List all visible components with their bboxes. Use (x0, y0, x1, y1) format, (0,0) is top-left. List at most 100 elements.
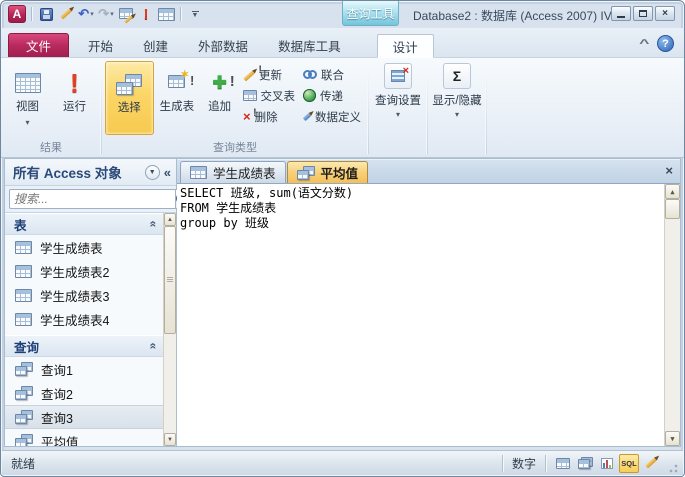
tab-create[interactable]: 创建 (128, 33, 183, 57)
pivotchart-view-icon (601, 457, 613, 469)
title-bar[interactable]: A ↶ ▾ ↷ ▾ ! ▼ 查询工具 Database2 : 数据库 (Access… (1, 1, 684, 28)
tab-external-data[interactable]: 外部数据 (183, 33, 263, 57)
restore-button[interactable] (633, 6, 653, 21)
shutter-bar-close-icon[interactable]: « (164, 165, 171, 180)
minimize-button[interactable] (611, 6, 631, 21)
nav-item-query-1[interactable]: 查询1 (5, 357, 163, 381)
redo-dropdown-icon[interactable]: ▾ (110, 10, 114, 18)
doc-tab-label: 学生成绩表 (213, 167, 276, 181)
nav-scroll-track[interactable] (164, 334, 176, 433)
datasheet-view-button-qat[interactable] (157, 5, 175, 23)
help-button[interactable]: ? (657, 35, 674, 52)
nav-item-table-4[interactable]: 学生成绩表4 (5, 307, 163, 331)
nav-item-label: 学生成绩表2 (40, 265, 110, 280)
update-button[interactable]: ! 更新 (239, 64, 299, 85)
nav-item-table-2[interactable]: 学生成绩表2 (5, 259, 163, 283)
doc-tab-average-active[interactable]: 平均值 (286, 161, 369, 183)
status-separator (545, 454, 546, 472)
nav-item-label: 平均值 (41, 435, 79, 447)
pivotchart-view-button[interactable] (597, 454, 617, 473)
editor-scrollbar[interactable]: ▲ ▼ (664, 184, 680, 446)
scroll-up-icon[interactable]: ▲ (164, 213, 176, 226)
design-view-button[interactable] (57, 5, 75, 23)
nav-item-table-3[interactable]: 学生成绩表3 (5, 283, 163, 307)
navigation-pane: 所有 Access 对象 ▼ « 表 « 学生成绩表 学生成绩表2 学生成绩表3… (4, 158, 189, 447)
sql-view-button-active[interactable]: SQL (619, 453, 639, 473)
query-setup-icon (391, 65, 409, 82)
append-button[interactable]: ✚! 追加 (200, 61, 239, 135)
pass-through-button[interactable]: 传递 (299, 85, 365, 106)
search-input[interactable] (9, 189, 175, 209)
run-exclamation-icon: ! (143, 5, 149, 23)
pass-through-label: 传递 (320, 90, 344, 103)
nav-item-query-2[interactable]: 查询2 (5, 381, 163, 405)
sql-editor[interactable]: SELECT 班级, sum(语文分数) FROM 学生成绩表 group by… (177, 184, 680, 446)
editor-scroll-track[interactable] (665, 219, 680, 431)
tab-file[interactable]: 文件 (8, 33, 70, 57)
close-button[interactable]: × (655, 6, 675, 21)
query-setup-icon-box (384, 63, 412, 89)
resize-grip[interactable] (667, 463, 679, 475)
sql-view-icon: SQL (621, 458, 637, 468)
redo-button[interactable]: ↷ ▾ (97, 5, 115, 23)
data-definition-button[interactable]: 数据定义 (299, 106, 365, 127)
tab-design[interactable]: 设计 (376, 34, 434, 58)
nav-item-query-average[interactable]: 平均值 (5, 429, 163, 446)
nav-item-label: 学生成绩表3 (40, 289, 110, 304)
undo-dropdown-icon[interactable]: ▾ (90, 10, 94, 18)
tab-home[interactable]: 开始 (73, 33, 128, 57)
status-separator (501, 454, 503, 472)
access-app-icon[interactable]: A (8, 5, 26, 23)
tab-database-tools[interactable]: 数据库工具 (263, 33, 356, 57)
nav-scrollbar[interactable]: ▲ ▼ (163, 213, 176, 446)
query-setup-dropdown-icon[interactable]: ▾ (396, 110, 400, 119)
nav-item-query-3-selected[interactable]: 查询3 (5, 405, 163, 429)
scroll-up-icon[interactable]: ▲ (665, 184, 680, 199)
make-table-button[interactable]: ✶! 生成表 (154, 61, 201, 135)
group-label-query-type: 查询类型 (213, 142, 257, 154)
nav-item-table-1[interactable]: 学生成绩表 (5, 235, 163, 259)
editor-scroll-thumb[interactable] (665, 199, 680, 219)
customize-qat-button[interactable]: ▼ (186, 5, 204, 23)
scroll-down-icon[interactable]: ▼ (665, 431, 680, 446)
delete-button[interactable]: ×! 删除 (239, 106, 299, 127)
nav-pane-header[interactable]: 所有 Access 对象 ▼ « (5, 159, 176, 186)
scroll-down-icon[interactable]: ▼ (164, 433, 176, 446)
document-tab-strip: 学生成绩表 平均值 × (177, 159, 680, 184)
show-hide-group-button[interactable]: Σ 显示/隐藏 ▾ (428, 58, 486, 157)
query-type-small-column-2: 联合 传递 数据定义 (299, 61, 365, 127)
delete-icon: ×! (243, 106, 257, 124)
queries-section-title: 查询 (14, 340, 40, 355)
collapse-section-icon[interactable]: « (147, 343, 161, 350)
section-header-queries[interactable]: 查询 « (5, 335, 163, 357)
union-button[interactable]: 联合 (299, 64, 365, 85)
qat-separator (31, 7, 32, 21)
table-icon (15, 288, 32, 302)
show-hide-dropdown-icon[interactable]: ▾ (455, 110, 459, 119)
query-setup-group-button[interactable]: 查询设置 ▾ (369, 58, 427, 157)
datasheet-view-button[interactable] (553, 454, 573, 473)
save-button[interactable] (37, 5, 55, 23)
close-document-icon[interactable]: × (665, 163, 673, 178)
query-setup-label: 查询设置 (375, 95, 421, 107)
design-view-button[interactable] (641, 454, 661, 473)
select-query-button[interactable]: 选择 (105, 61, 154, 135)
ribbon-group-results: 视图 ▾ ! 运行 结果 (1, 58, 101, 157)
doc-tab-student-scores[interactable]: 学生成绩表 (180, 161, 286, 183)
view-dropdown-icon[interactable]: ▾ (25, 116, 29, 129)
nav-pane-menu-icon[interactable]: ▼ (144, 164, 160, 180)
view-icon (14, 65, 41, 101)
minimize-ribbon-icon[interactable]: ^ (639, 38, 649, 50)
section-header-tables[interactable]: 表 « (5, 213, 163, 235)
crosstab-button[interactable]: 交叉表 (239, 85, 299, 106)
run-button[interactable]: ! 运行 (51, 61, 98, 135)
collapse-section-icon[interactable]: « (147, 221, 161, 228)
datasheet-view-icon (556, 457, 570, 469)
view-button-qat[interactable] (117, 5, 135, 24)
nav-scroll-thumb[interactable] (164, 226, 176, 334)
undo-button[interactable]: ↶ ▾ (77, 5, 95, 23)
run-button-qat[interactable]: ! (137, 5, 155, 23)
pivottable-view-button[interactable] (575, 454, 595, 473)
view-button[interactable]: 视图 ▾ (4, 61, 51, 135)
sigma-icon: Σ (452, 68, 462, 84)
